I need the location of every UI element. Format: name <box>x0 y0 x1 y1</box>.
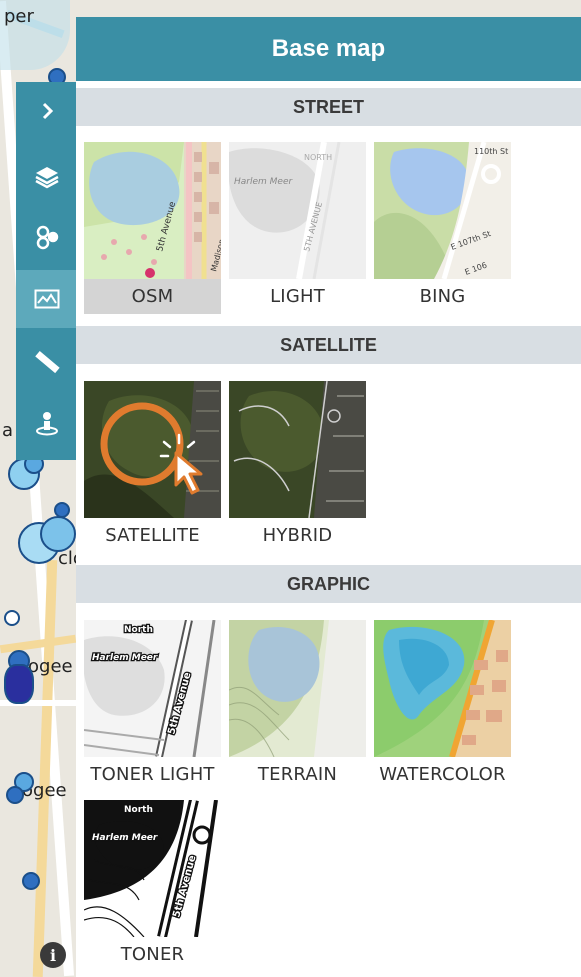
map-marker[interactable] <box>40 516 76 552</box>
share-nodes-icon <box>36 225 59 250</box>
street-label: North <box>124 805 153 815</box>
light-thumbnail: Harlem Meer NORTH 5TH AVENUE <box>229 142 366 279</box>
map-place-label: a <box>2 420 14 441</box>
basemap-tile-toner-light[interactable]: Harlem Meer 5th Avenue North TONER LIGHT <box>84 620 221 792</box>
section-header-graphic: GRAPHIC <box>76 565 581 603</box>
basemap-icon <box>34 289 60 309</box>
tile-label: WATERCOLOR <box>379 764 506 785</box>
info-icon: i <box>49 945 57 965</box>
panel-title: Base map <box>76 17 581 81</box>
lake-label: Harlem Meer <box>92 833 158 843</box>
info-button[interactable]: i <box>40 942 66 968</box>
satellite-thumbnail <box>84 381 221 518</box>
osm-thumbnail: 5th Avenue Madison <box>84 142 221 279</box>
tile-label: BING <box>419 286 466 307</box>
lake-label: Harlem Meer <box>234 177 293 187</box>
basemap-tile-watercolor[interactable]: WATERCOLOR <box>374 620 511 792</box>
street-label: NORTH <box>304 153 332 162</box>
lake-label: Harlem Meer <box>92 653 158 663</box>
terrain-thumbnail <box>229 620 366 757</box>
basemap-tile-toner[interactable]: Harlem Meer 5th Avenue North TONER <box>84 800 221 972</box>
basemap-button[interactable] <box>16 270 78 328</box>
map-marker[interactable] <box>54 502 70 518</box>
map-marker[interactable] <box>4 610 20 626</box>
watercolor-thumbnail <box>374 620 511 757</box>
basemap-tile-light[interactable]: Harlem Meer NORTH 5TH AVENUE LIGHT <box>229 142 366 314</box>
locate-button[interactable] <box>16 394 78 452</box>
tile-label: OSM <box>84 279 221 314</box>
toner-thumbnail: Harlem Meer 5th Avenue North <box>84 800 221 937</box>
tile-label: LIGHT <box>270 286 325 307</box>
basemap-tile-terrain[interactable]: TERRAIN <box>229 620 366 792</box>
map-place-label: ogee <box>28 656 73 677</box>
map-place-label: per <box>4 6 34 27</box>
toner-light-thumbnail: Harlem Meer 5th Avenue North <box>84 620 221 757</box>
basemap-tile-bing[interactable]: 110th St E 107th St E 106 BING <box>374 142 511 314</box>
street-label: North <box>124 625 153 635</box>
basemap-panel: Base map STREET 5th Avenue Madison OSM H… <box>76 17 581 977</box>
chevron-right-icon <box>42 102 54 120</box>
share-layers-button[interactable] <box>16 208 78 266</box>
basemap-tile-satellite[interactable]: SATELLITE <box>84 381 221 553</box>
map-marker[interactable] <box>22 872 40 890</box>
tile-label: TONER <box>120 944 185 965</box>
tile-label: TONER LIGHT <box>90 764 215 785</box>
map-toolbar <box>16 82 78 460</box>
section-header-satellite: SATELLITE <box>76 326 581 364</box>
street-label: 110th St <box>474 147 508 156</box>
map-marker[interactable] <box>4 664 34 704</box>
ruler-icon <box>35 350 60 374</box>
bing-thumbnail: 110th St E 107th St E 106 <box>374 142 511 279</box>
tile-label: SATELLITE <box>105 525 200 546</box>
tile-label: TERRAIN <box>257 764 338 785</box>
map-marker[interactable] <box>6 786 24 804</box>
layers-icon <box>35 167 59 189</box>
person-pin-icon <box>36 412 58 436</box>
layers-button[interactable] <box>16 148 78 206</box>
basemap-tile-osm[interactable]: 5th Avenue Madison OSM <box>84 142 221 314</box>
hybrid-thumbnail <box>229 381 366 518</box>
basemap-tile-hybrid[interactable]: HYBRID <box>229 381 366 553</box>
collapse-toolbar-button[interactable] <box>16 82 78 140</box>
measure-button[interactable] <box>16 332 78 390</box>
tile-label: HYBRID <box>262 525 333 546</box>
section-header-street: STREET <box>76 88 581 126</box>
